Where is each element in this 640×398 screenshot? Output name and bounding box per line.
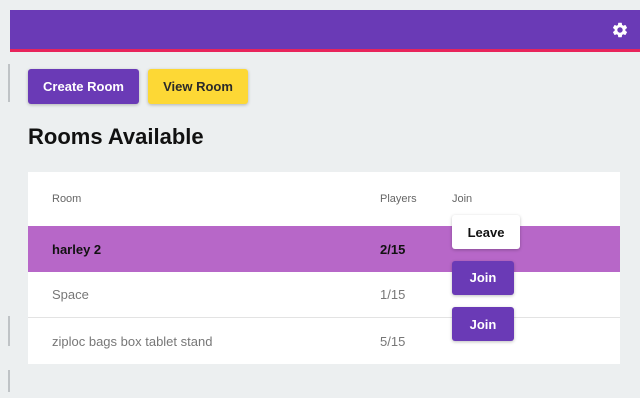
room-players: 2/15	[380, 241, 406, 257]
app-bar	[10, 10, 640, 52]
table-row: ziploc bags box tablet stand 5/15 Join	[28, 307, 620, 364]
window-edge	[8, 316, 10, 346]
join-room-button[interactable]: Join	[452, 260, 514, 295]
view-room-button[interactable]: View Room	[148, 69, 248, 104]
table-header: Room Players Join	[28, 172, 620, 226]
room-players: 5/15	[380, 333, 406, 349]
page-title: Rooms Available	[28, 124, 204, 149]
gear-icon[interactable]	[611, 21, 629, 39]
window-edge	[8, 64, 10, 102]
room-actions: Create Room View Room	[28, 69, 248, 104]
room-name: ziploc bags box tablet stand	[52, 333, 213, 349]
create-room-button[interactable]: Create Room	[28, 69, 139, 104]
table-row: Space 1/15 Join	[28, 260, 620, 318]
room-name: harley 2	[52, 241, 102, 257]
room-name: Space	[52, 287, 89, 302]
header-players: Players	[380, 193, 417, 205]
header-room: Room	[52, 193, 82, 205]
leave-room-button[interactable]: Leave	[452, 215, 520, 249]
header-join: Join	[452, 193, 473, 205]
room-players: 1/15	[380, 287, 406, 302]
window-edge	[8, 370, 10, 392]
rooms-table: Room Players Join harley 2 2/15 Leave Sp…	[28, 172, 620, 364]
join-room-button[interactable]: Join	[452, 307, 514, 341]
table-row: harley 2 2/15 Leave	[28, 215, 620, 272]
